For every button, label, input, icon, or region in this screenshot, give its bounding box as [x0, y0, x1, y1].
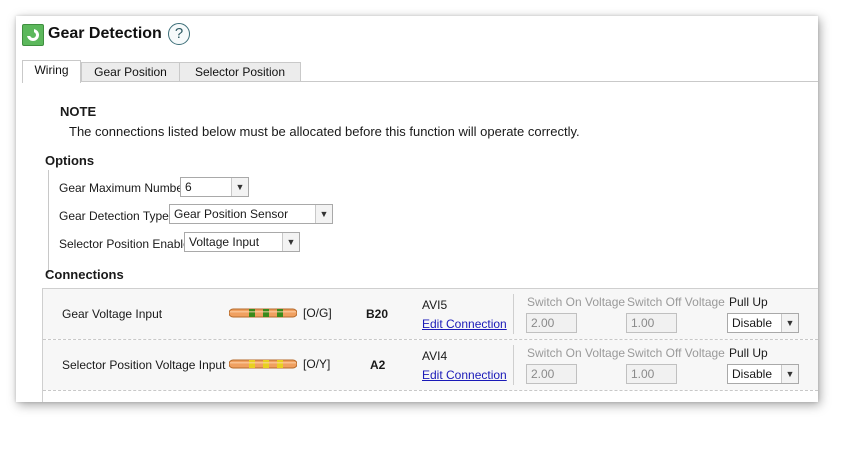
connections-heading: Connections	[45, 267, 124, 282]
switch-on-voltage-label: Switch On Voltage	[527, 295, 626, 309]
help-icon[interactable]: ?	[168, 23, 190, 45]
wire-icon	[229, 308, 297, 318]
switch-on-voltage-input[interactable]: 2.00	[526, 364, 577, 384]
pull-up-select[interactable]: Disable ▼	[727, 313, 799, 333]
pull-up-value: Disable	[732, 367, 773, 381]
switch-off-voltage-label: Switch Off Voltage	[627, 346, 725, 360]
channel-name: AVI4	[422, 349, 448, 363]
note-heading: NOTE	[60, 104, 97, 119]
chevron-down-icon[interactable]: ▼	[781, 314, 798, 332]
channel-name: AVI5	[422, 298, 448, 312]
gear-detection-type-select[interactable]: Gear Position Sensor ▼	[169, 204, 333, 224]
pull-up-select[interactable]: Disable ▼	[727, 364, 799, 384]
gear-detection-type-value: Gear Position Sensor	[174, 207, 289, 221]
pin-id: A2	[370, 358, 386, 372]
pull-up-label: Pull Up	[729, 295, 768, 309]
row-separator	[43, 390, 818, 391]
wire-color-code: [O/G]	[303, 306, 332, 320]
switch-off-voltage-label: Switch Off Voltage	[627, 295, 725, 309]
edit-connection-link[interactable]: Edit Connection	[422, 368, 507, 382]
panel-header: Gear Detection ?	[16, 16, 818, 60]
pull-up-label: Pull Up	[729, 346, 768, 360]
selector-enable-value: Voltage Input	[189, 235, 260, 249]
gear-max-value: 6	[185, 180, 192, 194]
chevron-down-icon[interactable]: ▼	[781, 365, 798, 383]
pull-up-value: Disable	[732, 316, 773, 330]
gear-max-label: Gear Maximum Number	[59, 181, 188, 195]
wire-color-code: [O/Y]	[303, 357, 331, 371]
chevron-down-icon[interactable]: ▼	[231, 178, 248, 196]
tab-gear-position[interactable]: Gear Position	[81, 62, 180, 82]
note-text: The connections listed below must be all…	[69, 124, 580, 139]
wire-icon	[229, 359, 297, 369]
switch-off-voltage-input[interactable]: 1.00	[626, 313, 677, 333]
selector-enable-label: Selector Position Enable	[59, 237, 190, 251]
pin-id: B20	[366, 307, 389, 321]
connection-name: Selector Position Voltage Input	[62, 358, 226, 372]
gear-detection-panel: Gear Detection ? Wiring Gear Position Se…	[16, 16, 818, 402]
switch-on-voltage-input[interactable]: 2.00	[526, 313, 577, 333]
gear-detection-app-icon	[22, 24, 44, 46]
gear-detection-type-label: Gear Detection Type	[59, 209, 169, 223]
gear-max-select[interactable]: 6 ▼	[180, 177, 249, 197]
connection-row: Selector Position Voltage Input [O/Y] A2…	[43, 340, 818, 390]
switch-on-voltage-label: Switch On Voltage	[527, 346, 626, 360]
connection-name: Gear Voltage Input	[62, 307, 163, 321]
tab-selector-position[interactable]: Selector Position	[179, 62, 301, 82]
selector-enable-select[interactable]: Voltage Input ▼	[184, 232, 300, 252]
options-group-border	[48, 170, 49, 274]
row-divider	[513, 345, 514, 385]
row-divider	[513, 294, 514, 334]
chevron-down-icon[interactable]: ▼	[282, 233, 299, 251]
wiring-tab-content: NOTE The connections listed below must b…	[16, 82, 818, 402]
options-heading: Options	[45, 153, 95, 168]
page-title: Gear Detection	[48, 25, 162, 42]
switch-off-voltage-input[interactable]: 1.00	[626, 364, 677, 384]
chevron-down-icon[interactable]: ▼	[315, 205, 332, 223]
connection-row: Gear Voltage Input [O/G] B20 AVI5 Edit C…	[43, 289, 818, 339]
edit-connection-link[interactable]: Edit Connection	[422, 317, 507, 331]
tab-wiring[interactable]: Wiring	[22, 60, 81, 83]
